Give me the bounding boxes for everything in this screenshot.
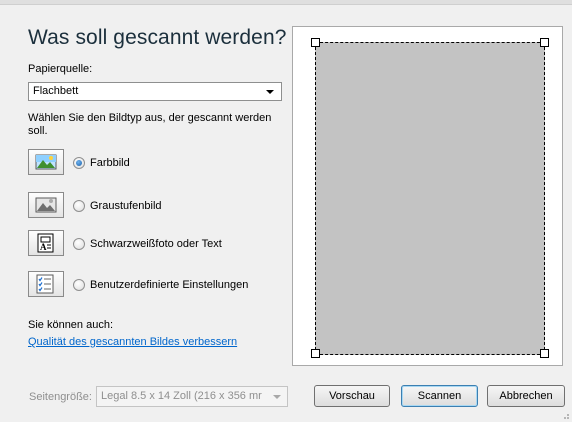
selection-handle-top-left[interactable]	[311, 38, 320, 47]
scan-preview-pane	[292, 26, 563, 366]
page-size-dropdown: Legal 8.5 x 14 Zoll (216 x 356 mr	[96, 386, 288, 407]
svg-text:A: A	[40, 242, 47, 252]
color-photo-label[interactable]: Farbbild	[90, 157, 130, 169]
paper-source-label: Papierquelle:	[28, 63, 93, 75]
color-photo-icon[interactable]	[28, 149, 64, 175]
cancel-button[interactable]: Abbrechen	[487, 385, 565, 407]
custom-settings-radio[interactable]	[73, 279, 85, 291]
grayscale-photo-icon[interactable]	[28, 192, 64, 218]
resize-grip-icon[interactable]	[561, 411, 570, 420]
chevron-down-icon	[266, 90, 274, 94]
chevron-down-icon	[273, 395, 281, 399]
custom-settings-label[interactable]: Benutzerdefinierte Einstellungen	[90, 279, 248, 291]
scan-selection-area[interactable]	[315, 42, 545, 355]
paper-source-dropdown[interactable]: Flachbett	[28, 82, 282, 101]
page-size-value: Legal 8.5 x 14 Zoll (216 x 356 mr	[101, 390, 262, 402]
also-label: Sie können auch:	[28, 319, 114, 331]
preview-button[interactable]: Vorschau	[314, 385, 390, 407]
selection-handle-bottom-left[interactable]	[311, 349, 320, 358]
radio-selected-dot	[76, 160, 82, 166]
selection-handle-top-right[interactable]	[540, 38, 549, 47]
page-title: Was soll gescannt werden?	[28, 26, 287, 49]
grayscale-radio[interactable]	[73, 200, 85, 212]
grayscale-label[interactable]: Graustufenbild	[90, 200, 162, 212]
black-white-text-icon[interactable]: A	[28, 230, 64, 256]
color-photo-radio[interactable]	[73, 157, 85, 169]
page-size-label: Seitengröße:	[29, 391, 92, 403]
top-separator	[0, 0, 572, 5]
selection-handle-bottom-right[interactable]	[540, 349, 549, 358]
custom-settings-icon[interactable]	[28, 271, 64, 297]
image-type-prompt: Wählen Sie den Bildtyp aus, der gescannt…	[28, 112, 272, 137]
scan-button[interactable]: Scannen	[401, 385, 478, 407]
black-white-radio[interactable]	[73, 238, 85, 250]
improve-quality-link[interactable]: Qualität des gescannten Bildes verbesser…	[28, 336, 237, 348]
paper-source-value: Flachbett	[33, 85, 79, 97]
black-white-label[interactable]: Schwarzweißfoto oder Text	[90, 238, 222, 250]
